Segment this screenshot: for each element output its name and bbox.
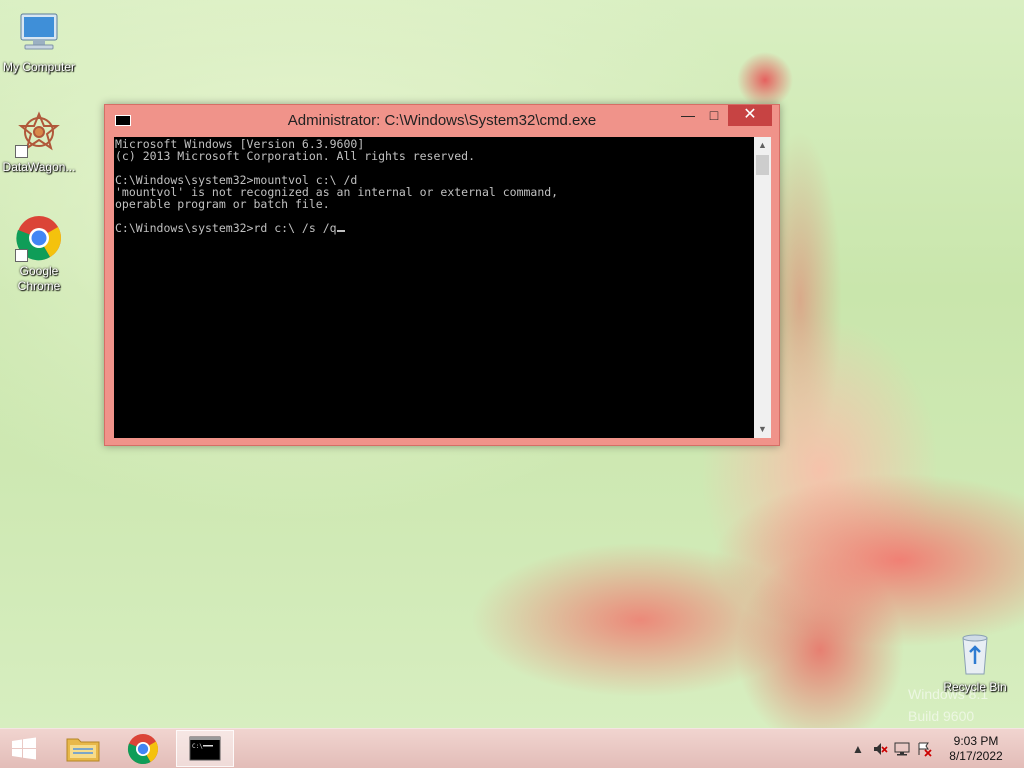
svg-text:C:\: C:\ xyxy=(192,743,203,750)
shortcut-arrow-icon xyxy=(15,249,28,262)
taskbar-chrome[interactable] xyxy=(114,730,172,767)
taskbar-file-explorer[interactable] xyxy=(54,730,112,767)
os-watermark: Windows 8.1 Build 9600 xyxy=(908,683,988,727)
vertical-scrollbar[interactable]: ▲ ▼ xyxy=(754,137,771,438)
watermark-line: Build 9600 xyxy=(908,708,975,724)
minimize-button[interactable]: — xyxy=(675,105,701,126)
console-text: Microsoft Windows [Version 6.3.9600] (c)… xyxy=(114,137,754,234)
desktop-icon-datawagon[interactable]: DataWagon... xyxy=(0,110,78,175)
chevron-up-icon[interactable]: ▲ xyxy=(850,741,866,757)
network-icon[interactable] xyxy=(894,741,910,757)
shortcut-arrow-icon xyxy=(15,145,28,158)
volume-muted-icon[interactable] xyxy=(872,741,888,757)
folder-icon xyxy=(66,738,100,762)
clock-time: 9:03 PM xyxy=(953,734,999,748)
maximize-button[interactable]: □ xyxy=(701,105,727,126)
console-output[interactable]: Microsoft Windows [Version 6.3.9600] (c)… xyxy=(114,137,754,438)
taskbar-cmd[interactable]: C:\ xyxy=(176,730,234,767)
datawagon-icon xyxy=(15,110,63,158)
computer-icon xyxy=(15,10,63,58)
desktop-icon-label: DataWagon... xyxy=(2,160,76,174)
console-line: operable program or batch file. xyxy=(115,197,330,211)
scroll-down-icon[interactable]: ▼ xyxy=(754,421,771,438)
desktop-icon-google-chrome[interactable]: Google Chrome xyxy=(0,214,78,294)
desktop-icon-my-computer[interactable]: My Computer xyxy=(0,10,78,75)
text-cursor xyxy=(336,230,345,232)
desktop: My Computer DataWagon... Google Chrome R… xyxy=(0,0,1024,728)
desktop-icon-label: My Computer xyxy=(2,60,76,74)
scroll-up-icon[interactable]: ▲ xyxy=(754,137,771,154)
taskbar-clock[interactable]: 9:03 PM 8/17/2022 xyxy=(936,734,1016,764)
cmd-window[interactable]: Administrator: C:\Windows\System32\cmd.e… xyxy=(104,104,780,446)
console-line: (c) 2013 Microsoft Corporation. All righ… xyxy=(115,149,476,163)
scrollbar-thumb[interactable] xyxy=(756,155,769,175)
recycle-bin-icon xyxy=(951,630,999,678)
windows-start-icon xyxy=(12,737,36,760)
clock-date: 8/17/2022 xyxy=(949,749,1003,763)
desktop-icon-label: Google Chrome xyxy=(17,264,61,293)
watermark-line: Windows 8.1 xyxy=(908,686,989,702)
console-input-line[interactable]: C:\Windows\system32>rd c:\ /s /q xyxy=(115,221,337,235)
start-button[interactable] xyxy=(0,730,48,767)
action-center-icon[interactable] xyxy=(916,741,932,757)
chrome-icon xyxy=(127,734,159,765)
cmd-icon: C:\ xyxy=(189,736,221,761)
system-tray: ▲ 9:03 PM 8/17/2022 xyxy=(844,729,1024,769)
taskbar: C:\ ▲ 9:03 PM 8/17/2022 xyxy=(0,728,1024,768)
chrome-icon xyxy=(15,214,63,262)
cmd-titlebar[interactable]: Administrator: C:\Windows\System32\cmd.e… xyxy=(105,105,779,135)
close-button[interactable]: ✕ xyxy=(728,105,772,126)
